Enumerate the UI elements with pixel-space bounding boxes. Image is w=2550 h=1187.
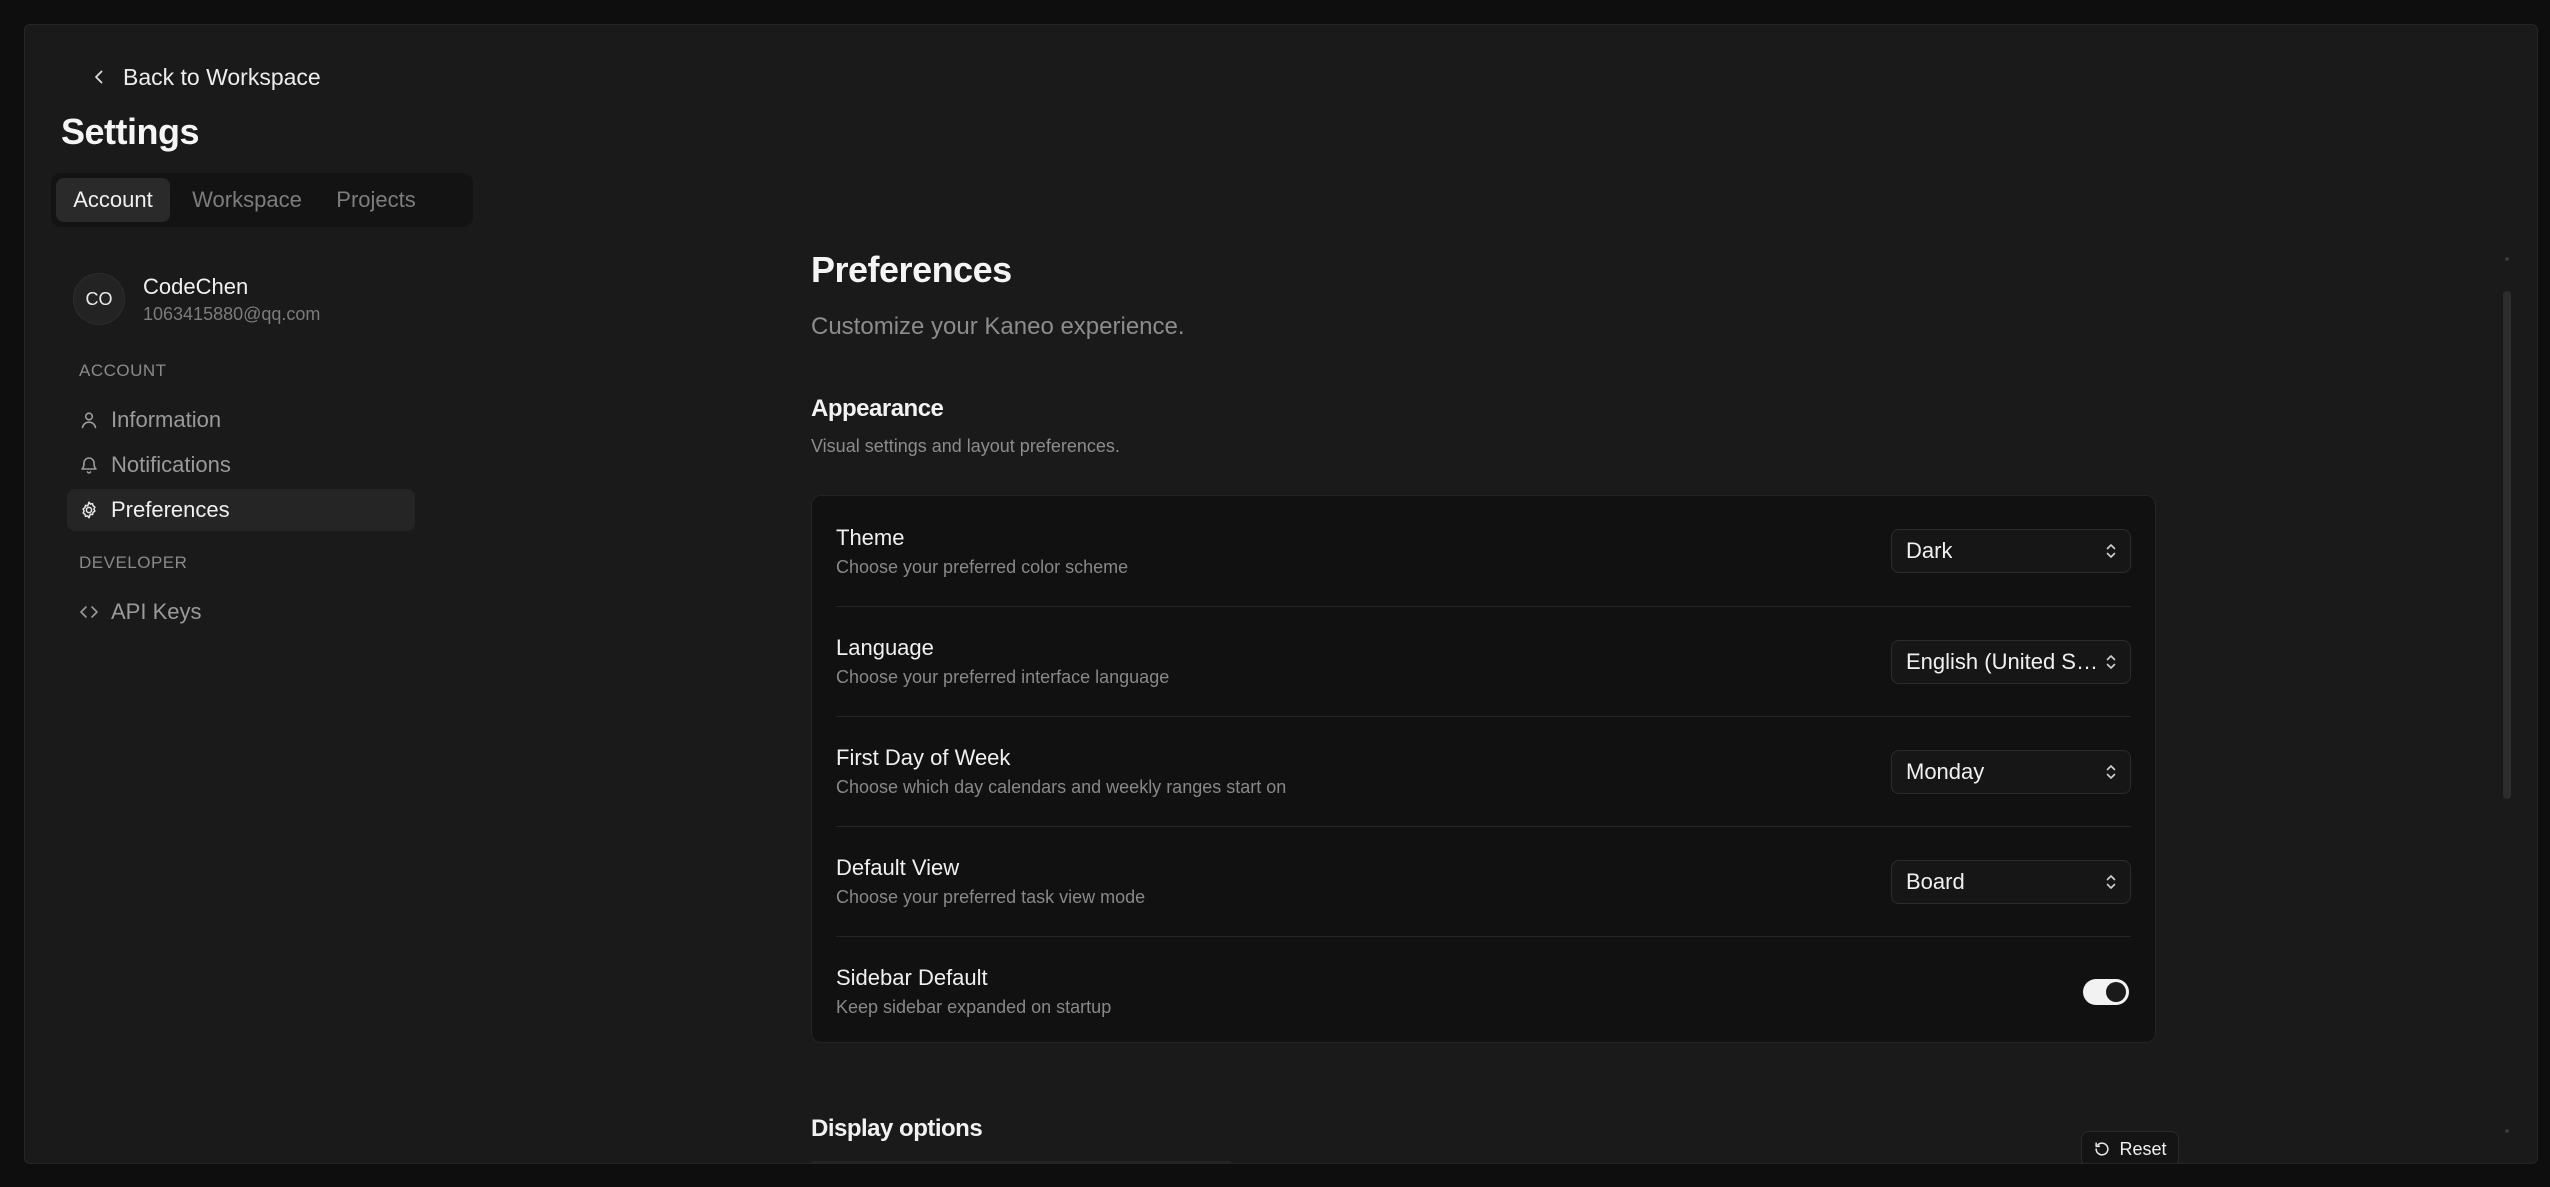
scrollbar-up-indicator: [2505, 257, 2509, 261]
back-to-workspace-button[interactable]: Back to Workspace: [65, 55, 331, 99]
row-description: Choose which day calendars and weekly ra…: [836, 777, 1287, 797]
select-value: Dark: [1906, 538, 1953, 563]
sidebar-default-toggle[interactable]: [2083, 978, 2129, 1005]
chevron-up-down-icon: [2106, 874, 2116, 889]
chevron-up-down-icon: [2106, 654, 2116, 669]
row-title: Language: [836, 635, 934, 660]
row-description: Choose your preferred task view mode: [836, 887, 1146, 907]
user-profile: CO CodeChen 1063415880@qq.com: [73, 273, 320, 325]
page-title: Preferences: [811, 249, 1012, 290]
settings-title: Settings: [61, 111, 200, 152]
appearance-description: Visual settings and layout preferences.: [811, 436, 1120, 456]
sidebar-item-label: Notifications: [111, 452, 231, 477]
select-value: Board: [1906, 868, 1965, 894]
reset-label: Reset: [2119, 1138, 2167, 1159]
scrollbar-thumb[interactable]: [2503, 291, 2511, 799]
sidebar-item-api-keys[interactable]: API Keys: [67, 591, 415, 633]
reset-icon: [2095, 1142, 2110, 1156]
sidebar-item-preferences[interactable]: Preferences: [67, 489, 415, 531]
theme-select[interactable]: Dark: [1891, 529, 2131, 573]
language-row: Language Choose your preferred interface…: [836, 606, 2131, 716]
theme-row: Theme Choose your preferred color scheme…: [836, 496, 2131, 606]
toggle-knob: [2106, 981, 2126, 1002]
settings-tabs: Account Workspace Projects: [51, 173, 473, 227]
select-value: English (United States): [1906, 648, 2102, 674]
sidebar-item-information[interactable]: Information: [67, 399, 415, 441]
appearance-card: Theme Choose your preferred color scheme…: [811, 495, 2156, 1043]
row-title: First Day of Week: [836, 745, 1011, 770]
row-description: Choose your preferred color scheme: [836, 556, 1129, 577]
tab-account[interactable]: Account: [56, 178, 170, 222]
section-label-developer: DEVELOPER: [79, 553, 188, 572]
gear-icon: [82, 501, 96, 519]
user-email: 1063415880@qq.com: [143, 303, 321, 324]
select-value: Monday: [1906, 758, 1985, 784]
sidebar-item-notifications[interactable]: Notifications: [67, 444, 415, 486]
sidebar-item-label: API Keys: [111, 599, 202, 624]
sidebar-item-label: Information: [111, 407, 222, 432]
sidebar-item-label: Preferences: [111, 497, 230, 522]
row-title: Sidebar Default: [836, 965, 988, 990]
back-label: Back to Workspace: [123, 63, 321, 90]
settings-window: Back to Workspace Settings Account Works…: [24, 24, 2538, 1164]
section-label-account: ACCOUNT: [79, 361, 167, 380]
page-subtitle: Customize your Kaneo experience.: [811, 313, 1185, 340]
row-description: Keep sidebar expanded on startup: [836, 997, 1112, 1017]
chevron-left-icon: [95, 70, 103, 84]
user-icon: [81, 412, 97, 429]
row-title: Default View: [836, 855, 960, 880]
appearance-title: Appearance: [811, 395, 944, 422]
row-title: Theme: [836, 524, 905, 550]
language-select[interactable]: English (United States): [1891, 639, 2131, 684]
chevron-up-down-icon: [2106, 764, 2116, 779]
tab-workspace[interactable]: Workspace: [174, 178, 320, 222]
sidebar-default-row: Sidebar Default Keep sidebar expanded on…: [836, 936, 2131, 1046]
first-day-row: First Day of Week Choose which day calen…: [836, 716, 2131, 826]
code-icon: [80, 606, 98, 618]
avatar: CO: [73, 273, 125, 325]
default-view-row: Default View Choose your preferred task …: [836, 826, 2131, 936]
row-description: Choose your preferred interface language: [836, 667, 1170, 687]
first-day-select[interactable]: Monday: [1891, 749, 2131, 794]
chevron-up-down-icon: [2106, 544, 2116, 558]
display-options-description-clipped: [811, 1161, 1231, 1163]
user-name: CodeChen: [143, 273, 249, 299]
scrollbar-down-indicator: [2505, 1129, 2509, 1133]
bell-icon: [81, 457, 97, 474]
default-view-select[interactable]: Board: [1891, 859, 2131, 904]
reset-button[interactable]: Reset: [2081, 1131, 2179, 1163]
display-options-title: Display options: [811, 1115, 983, 1142]
tab-projects[interactable]: Projects: [324, 178, 428, 222]
